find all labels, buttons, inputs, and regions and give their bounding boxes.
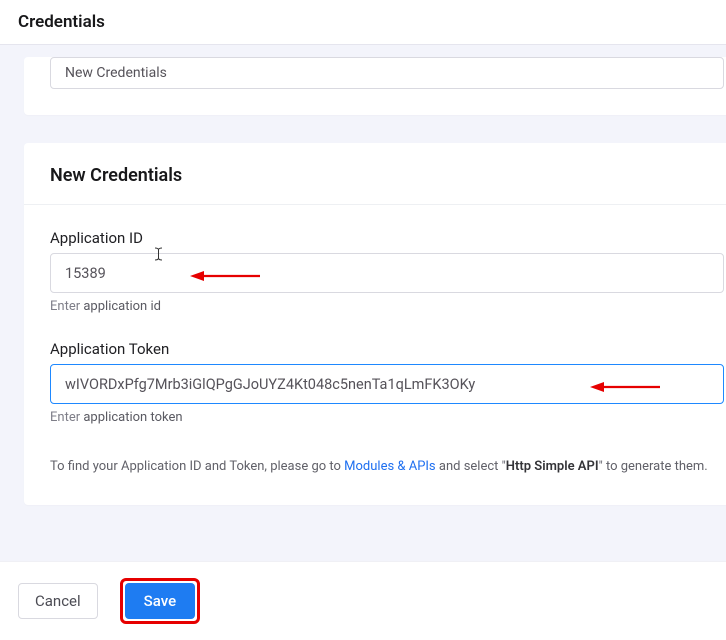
new-credentials-card: New Credentials Application ID Enter app… [24,143,726,505]
page-header: Credentials [0,0,726,45]
card-title-wrap: New Credentials [24,143,726,205]
previous-card-fragment [24,57,726,115]
card-title: New Credentials [50,165,724,186]
previous-name-input[interactable] [50,57,724,89]
save-button[interactable]: Save [125,583,195,619]
modules-apis-link[interactable]: Modules & APIs [344,459,436,474]
application-id-label: Application ID [50,229,724,247]
application-id-input[interactable] [50,253,724,293]
application-token-label: Application Token [50,340,724,358]
application-id-hint: Enter application id [50,299,724,314]
card-body: Application ID Enter application id Appl… [24,205,726,505]
cancel-button[interactable]: Cancel [18,583,98,619]
application-token-input[interactable] [50,364,724,404]
annotation-save-highlight: Save [120,578,200,624]
info-line: To find your Application ID and Token, p… [50,457,724,477]
footer-bar: Cancel Save [0,561,726,640]
page-title: Credentials [18,12,708,32]
application-token-hint: Enter application token [50,410,724,425]
